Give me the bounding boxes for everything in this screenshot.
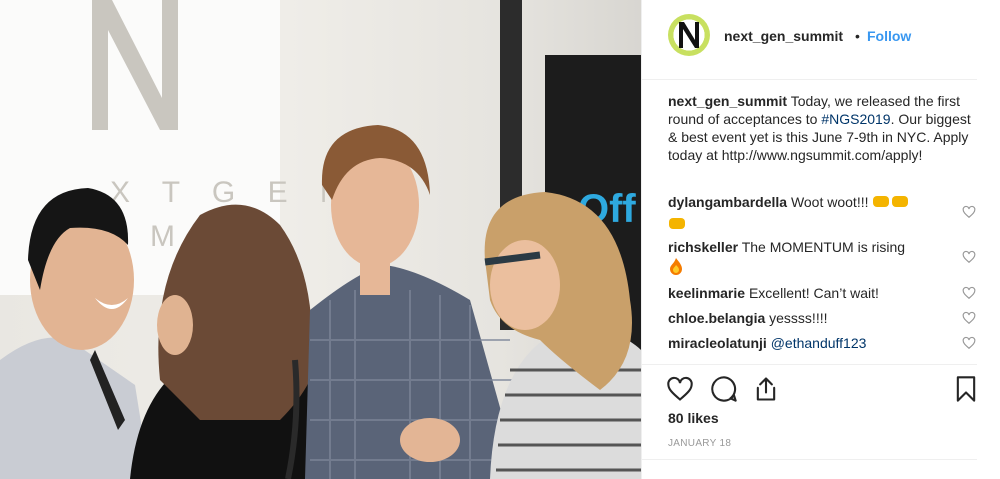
comment-text: The MOMENTUM is rising xyxy=(741,239,906,255)
bookmark-icon[interactable] xyxy=(952,375,980,403)
person3-neck xyxy=(360,255,390,295)
comment-username[interactable]: dylangambardella xyxy=(668,194,787,210)
header-separator: • xyxy=(855,28,860,44)
likes-count[interactable]: 80 likes xyxy=(668,410,719,426)
comment-item: keelinmarie Excellent! Can’t wait! xyxy=(668,283,943,303)
comment-item: chloe.belangia yessss!!!! xyxy=(668,308,943,328)
person4-hand xyxy=(400,418,460,462)
post-sidebar: next_gen_summit • Follow next_gen_summit… xyxy=(641,0,1000,479)
logo-text-row1: X T G E N xyxy=(110,176,354,209)
comment-username[interactable]: richskeller xyxy=(668,239,738,255)
fire-icon xyxy=(668,257,684,280)
share-icon[interactable] xyxy=(752,375,780,403)
comment-item: dylangambardella Woot woot!!! xyxy=(668,192,943,236)
comment-text: Woot woot!!! xyxy=(790,194,869,210)
post-actions: 80 likes JANUARY 18 xyxy=(642,364,977,479)
avatar[interactable] xyxy=(668,14,710,56)
fist-icon xyxy=(872,193,910,214)
comment-text: Excellent! Can’t wait! xyxy=(748,285,879,301)
caption-hashtag[interactable]: #NGS2019 xyxy=(821,111,890,127)
comment-like-heart-icon[interactable] xyxy=(962,336,976,350)
divider xyxy=(642,459,977,460)
follow-button[interactable]: Follow xyxy=(867,28,911,44)
comment-username[interactable]: keelinmarie xyxy=(668,285,745,301)
comment-like-heart-icon[interactable] xyxy=(962,311,976,325)
comment-username[interactable]: miracleolatunji xyxy=(668,335,767,351)
comment-like-heart-icon[interactable] xyxy=(962,205,976,219)
post-caption: next_gen_summit Today, we released the f… xyxy=(668,92,978,164)
caption-username[interactable]: next_gen_summit xyxy=(668,93,787,109)
comment-text: yessss!!!! xyxy=(769,310,828,326)
comment-icon[interactable] xyxy=(710,375,738,403)
comment-item: richskeller The MOMENTUM is rising xyxy=(668,237,943,280)
fist-icon xyxy=(668,215,686,236)
comment-username[interactable]: chloe.belangia xyxy=(668,310,765,326)
post-header: next_gen_summit • Follow xyxy=(642,0,977,80)
post-date[interactable]: JANUARY 18 xyxy=(668,438,731,449)
comment-like-heart-icon[interactable] xyxy=(962,250,976,264)
person1-shirt xyxy=(0,337,150,479)
ngs-logo-icon xyxy=(679,22,699,48)
heart-icon[interactable] xyxy=(666,375,694,403)
comment-mention[interactable]: @ethanduff123 xyxy=(771,335,867,351)
post-photo[interactable]: X T G E N M M Off xyxy=(0,0,641,479)
comment-like-heart-icon[interactable] xyxy=(962,286,976,300)
header-username[interactable]: next_gen_summit xyxy=(724,28,843,44)
person2-hand xyxy=(157,295,193,355)
event-photo-illustration: X T G E N M M Off xyxy=(0,0,641,479)
comment-item: miracleolatunji @ethanduff123 xyxy=(668,333,943,353)
